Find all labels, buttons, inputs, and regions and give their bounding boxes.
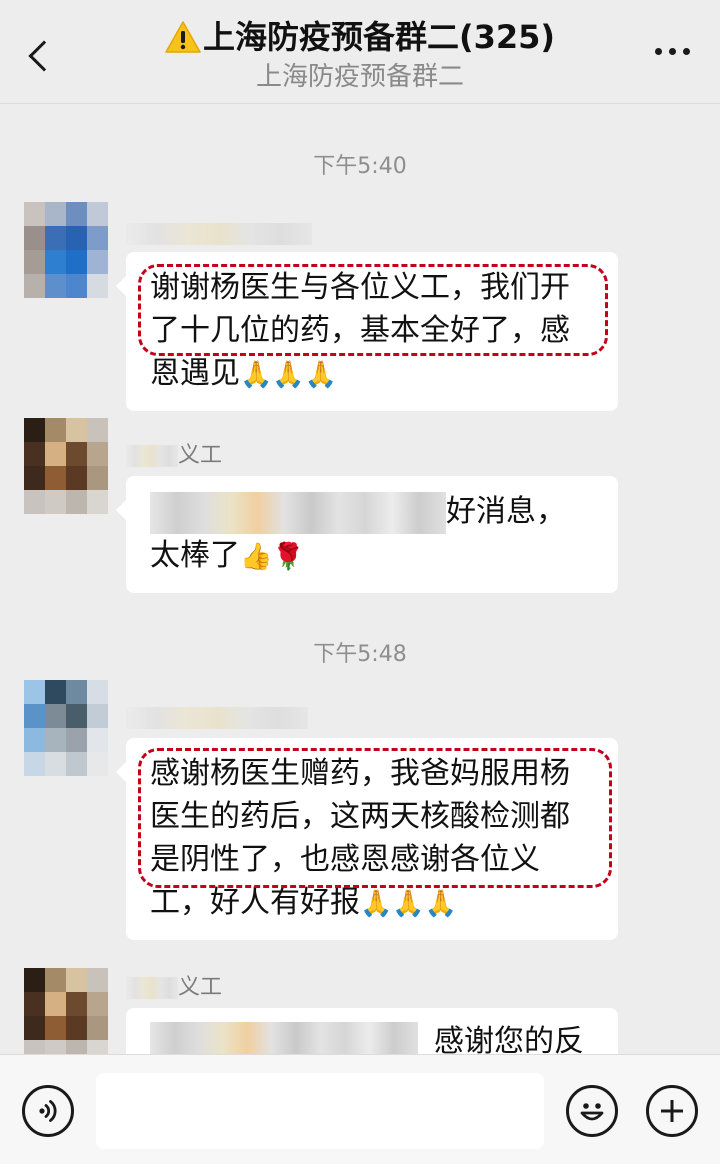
sender-name-suffix: 义工 <box>178 975 223 1000</box>
censored-name <box>126 707 308 729</box>
censored-text <box>150 491 446 534</box>
emoji-button[interactable] <box>566 1085 618 1137</box>
more-dot <box>683 48 690 55</box>
sender-name <box>126 220 312 248</box>
pray-emoji: 🙏🙏🙏 <box>240 360 338 390</box>
message-bubble[interactable]: 感谢您的反 <box>126 1008 618 1054</box>
censored-name <box>126 977 178 999</box>
chevron-left-icon <box>28 40 60 72</box>
timestamp: 下午5:40 <box>313 154 407 179</box>
message-text: 感谢杨医生赠药，我爸妈服用杨医生的药后，这两天核酸检测都是阴性了，也感恩感谢各位… <box>150 752 596 926</box>
more-dot <box>669 48 676 55</box>
more-button[interactable] <box>655 48 690 55</box>
voice-icon <box>39 1100 57 1122</box>
sender-name: 义工 <box>126 442 222 470</box>
message-bubble[interactable]: 感谢杨医生赠药，我爸妈服用杨医生的药后，这两天核酸检测都是阴性了，也感恩感谢各位… <box>116 738 618 940</box>
back-button[interactable] <box>18 30 62 82</box>
pray-emoji: 🙏🙏🙏 <box>360 889 458 919</box>
sender-name <box>126 704 308 732</box>
message-input[interactable] <box>96 1073 544 1149</box>
timestamp: 下午5:48 <box>313 642 407 667</box>
censored-name <box>126 223 312 245</box>
message-text: 好消息， 太棒了👍🌹 <box>150 490 596 579</box>
message-text-part1: 感谢您的反 <box>434 1024 584 1054</box>
message-text-part1: 好消息， <box>446 494 566 529</box>
censored-text <box>150 1021 418 1054</box>
avatar[interactable] <box>24 968 108 1054</box>
message-bubble[interactable]: 谢谢杨医生与各位义工，我们开了十几位的药，基本全好了，感恩遇见🙏🙏🙏 <box>116 252 618 411</box>
chat-header: 上海防疫预备群二(325) 上海防疫预备群二 <box>0 0 720 104</box>
message-text-highlighted: 谢谢杨医生与各位义工，我们开了十几位的药，基本全好了， <box>150 270 570 348</box>
message-bubble[interactable]: 好消息， 太棒了👍🌹 <box>116 476 618 593</box>
censored-name <box>126 445 178 467</box>
chat-title-text: 上海防疫预备群二(325) <box>202 18 556 56</box>
avatar[interactable] <box>24 418 108 514</box>
voice-button[interactable] <box>22 1085 74 1137</box>
more-dot <box>655 48 662 55</box>
plus-icon <box>661 1100 683 1122</box>
avatar[interactable] <box>24 680 108 776</box>
sender-name-suffix: 义工 <box>178 443 223 468</box>
message-text-part2: 太棒了 <box>150 537 240 573</box>
thumbs-up-rose-emoji: 👍🌹 <box>240 541 305 572</box>
title-area[interactable]: 上海防疫预备群二(325) 上海防疫预备群二 <box>120 14 600 94</box>
message-text: 感谢您的反 <box>150 1020 596 1054</box>
plus-button[interactable] <box>646 1085 698 1137</box>
chat-title: 上海防疫预备群二(325) <box>165 14 555 60</box>
warning-icon <box>165 21 201 53</box>
message-text: 谢谢杨医生与各位义工，我们开了十几位的药，基本全好了，感恩遇见🙏🙏🙏 <box>150 266 596 397</box>
smiley-icon <box>580 1103 604 1121</box>
input-bar <box>0 1054 720 1164</box>
sender-name: 义工 <box>126 974 222 1002</box>
avatar[interactable] <box>24 202 108 298</box>
chat-subtitle: 上海防疫预备群二 <box>255 62 464 92</box>
